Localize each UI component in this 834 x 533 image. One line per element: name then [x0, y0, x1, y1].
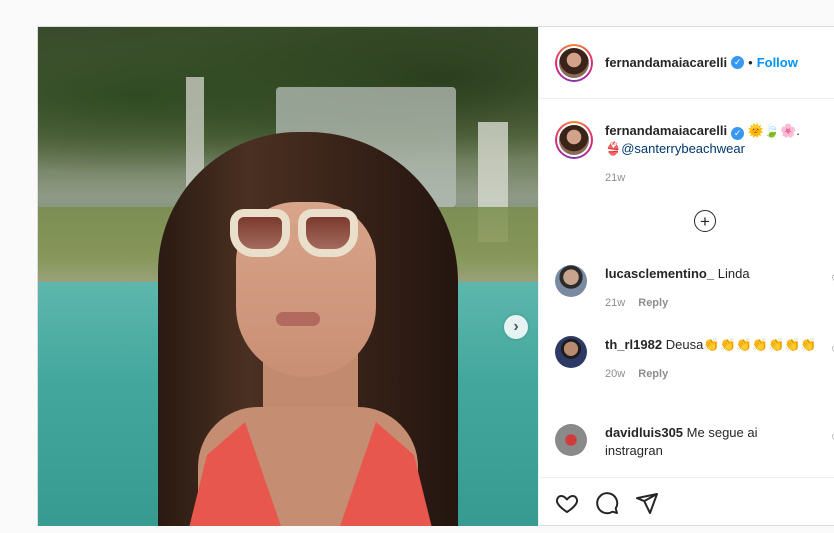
verified-badge-icon: ✓: [731, 126, 745, 140]
comment-icon[interactable]: [595, 491, 619, 520]
separator-dot: •: [748, 55, 753, 70]
comment-timestamp[interactable]: 20w: [605, 368, 625, 380]
comment-username[interactable]: lucasclementino_: [605, 266, 714, 281]
post-photo[interactable]: ›: [38, 27, 538, 526]
caption-username[interactable]: fernandamaiacarelli: [605, 123, 727, 138]
caption-emojis: 🌞🍃🌸.: [747, 123, 800, 138]
commenter-avatar[interactable]: [555, 424, 587, 456]
author-avatar[interactable]: [555, 43, 593, 82]
plus-circle-icon: +: [700, 211, 710, 231]
comment-username[interactable]: davidluis305: [605, 425, 683, 440]
comment-text: Linda: [717, 266, 750, 281]
avatar-image: [559, 125, 589, 155]
post-header: fernandamaiacarelli ✓ • Follow: [539, 27, 834, 99]
chevron-right-icon: ›: [513, 318, 519, 335]
post-caption: fernandamaiacarelli ✓ 🌞🍃🌸. 👙@santerrybeac…: [555, 121, 825, 184]
bikini-emoji: 👙: [605, 141, 622, 156]
send-icon[interactable]: [635, 491, 659, 520]
comment-username[interactable]: th_rl1982: [605, 337, 662, 352]
heart-icon[interactable]: [555, 491, 579, 520]
post-sidebar: fernandamaiacarelli ✓ • Follow fernandam…: [538, 27, 834, 526]
commenter-avatar[interactable]: [555, 336, 587, 368]
next-photo-button[interactable]: ›: [504, 315, 528, 339]
reply-button[interactable]: Reply: [638, 297, 668, 309]
post-actions-bar: [539, 477, 834, 526]
comment-item: lucasclementino_ Linda 21w Reply ♡: [555, 265, 834, 309]
comment-timestamp[interactable]: 21w: [605, 297, 625, 309]
comment-item: davidluis305 Me segue ai instragran ♡: [555, 424, 834, 460]
load-more-comments-button[interactable]: +: [694, 210, 716, 232]
caption-mention-link[interactable]: @santerrybeachwear: [621, 141, 745, 156]
reply-button[interactable]: Reply: [638, 368, 668, 380]
comment-text: Deusa👏👏👏👏👏👏👏: [665, 337, 817, 352]
verified-badge-icon: ✓: [731, 56, 745, 69]
sunglasses-left-lens: [230, 209, 290, 257]
follow-button[interactable]: Follow: [757, 55, 798, 70]
sunglasses-right-lens: [298, 209, 358, 257]
subject-lips: [276, 312, 320, 326]
commenter-avatar[interactable]: [555, 265, 587, 297]
post-dialog: › fernandamaiacarelli ✓ • Follow fernand…: [37, 26, 834, 526]
comment-item: th_rl1982 Deusa👏👏👏👏👏👏👏 20w Reply ♡: [555, 336, 834, 380]
author-username[interactable]: fernandamaiacarelli: [605, 55, 727, 70]
avatar-image: [559, 47, 589, 78]
caption-avatar[interactable]: [555, 121, 593, 159]
caption-timestamp[interactable]: 21w: [605, 172, 825, 184]
